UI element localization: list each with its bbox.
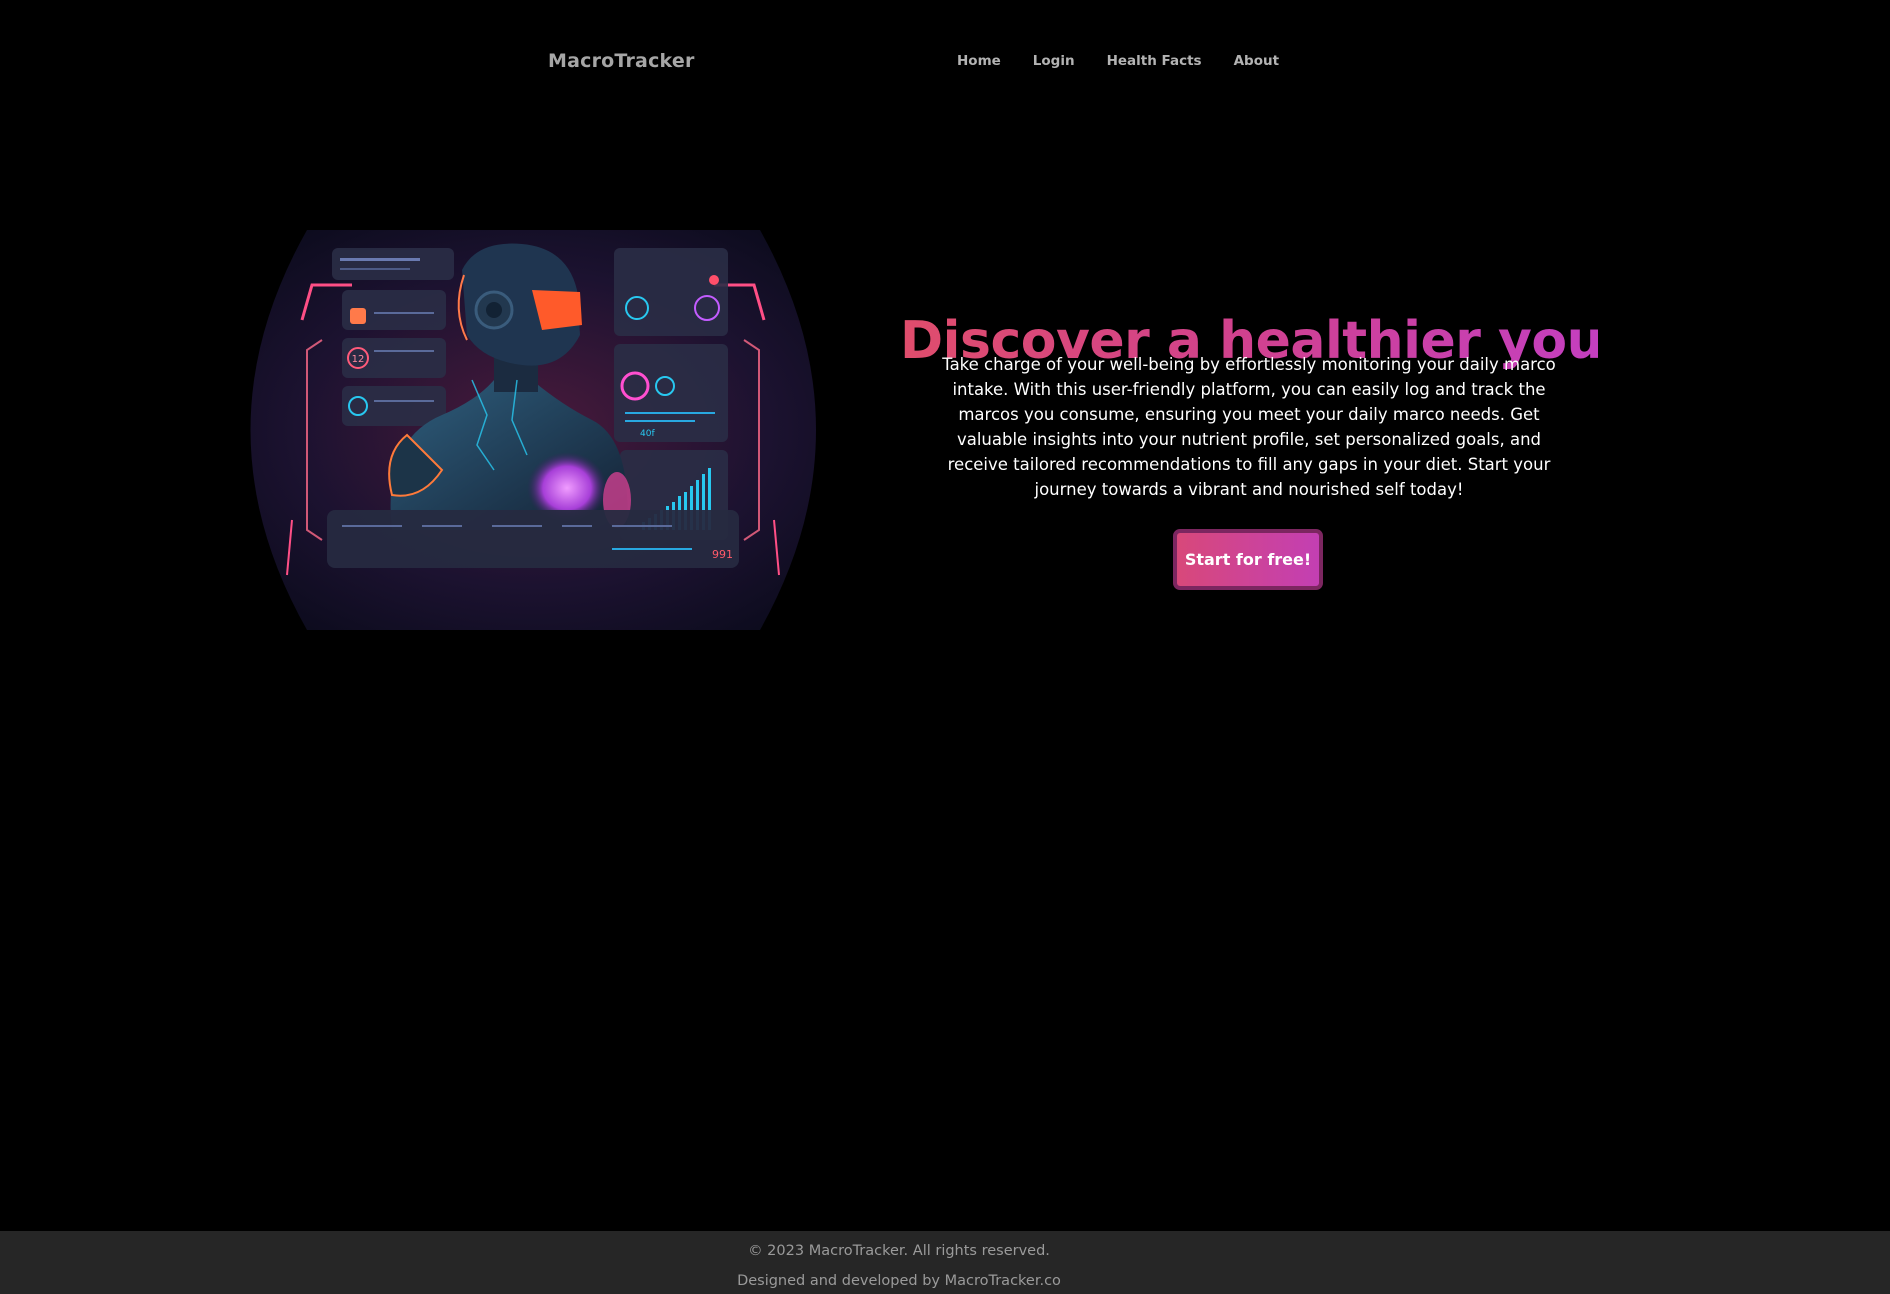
- hero-image: 12 40f 991: [232, 230, 834, 630]
- nav-about-link[interactable]: About: [1234, 53, 1279, 69]
- brand-logo[interactable]: MacroTracker: [548, 50, 695, 72]
- nav-health-facts-link[interactable]: Health Facts: [1107, 53, 1202, 69]
- page: MacroTracker Home Login Health Facts Abo…: [0, 0, 1890, 1294]
- hero-illustration: 12 40f 991: [250, 230, 816, 630]
- main-nav: Home Login Health Facts About: [957, 53, 1279, 69]
- start-for-free-label: Start for free!: [1184, 550, 1312, 569]
- site-header: MacroTracker Home Login Health Facts Abo…: [0, 0, 1890, 126]
- nav-login-link[interactable]: Login: [1033, 53, 1075, 69]
- start-for-free-button[interactable]: Start for free!: [1173, 529, 1323, 590]
- hero-description: Take charge of your well-being by effort…: [942, 355, 1556, 499]
- image-stat-value: 40f: [640, 429, 655, 439]
- site-footer: © 2023 MacroTracker. All rights reserved…: [0, 1231, 1890, 1294]
- nav-home-link[interactable]: Home: [957, 53, 1001, 69]
- image-badge-value: 12: [352, 354, 365, 365]
- footer-credit: Designed and developed by MacroTracker.c…: [737, 1273, 1061, 1289]
- image-readout-value: 991: [712, 548, 733, 561]
- footer-copyright: © 2023 MacroTracker. All rights reserved…: [748, 1243, 1050, 1259]
